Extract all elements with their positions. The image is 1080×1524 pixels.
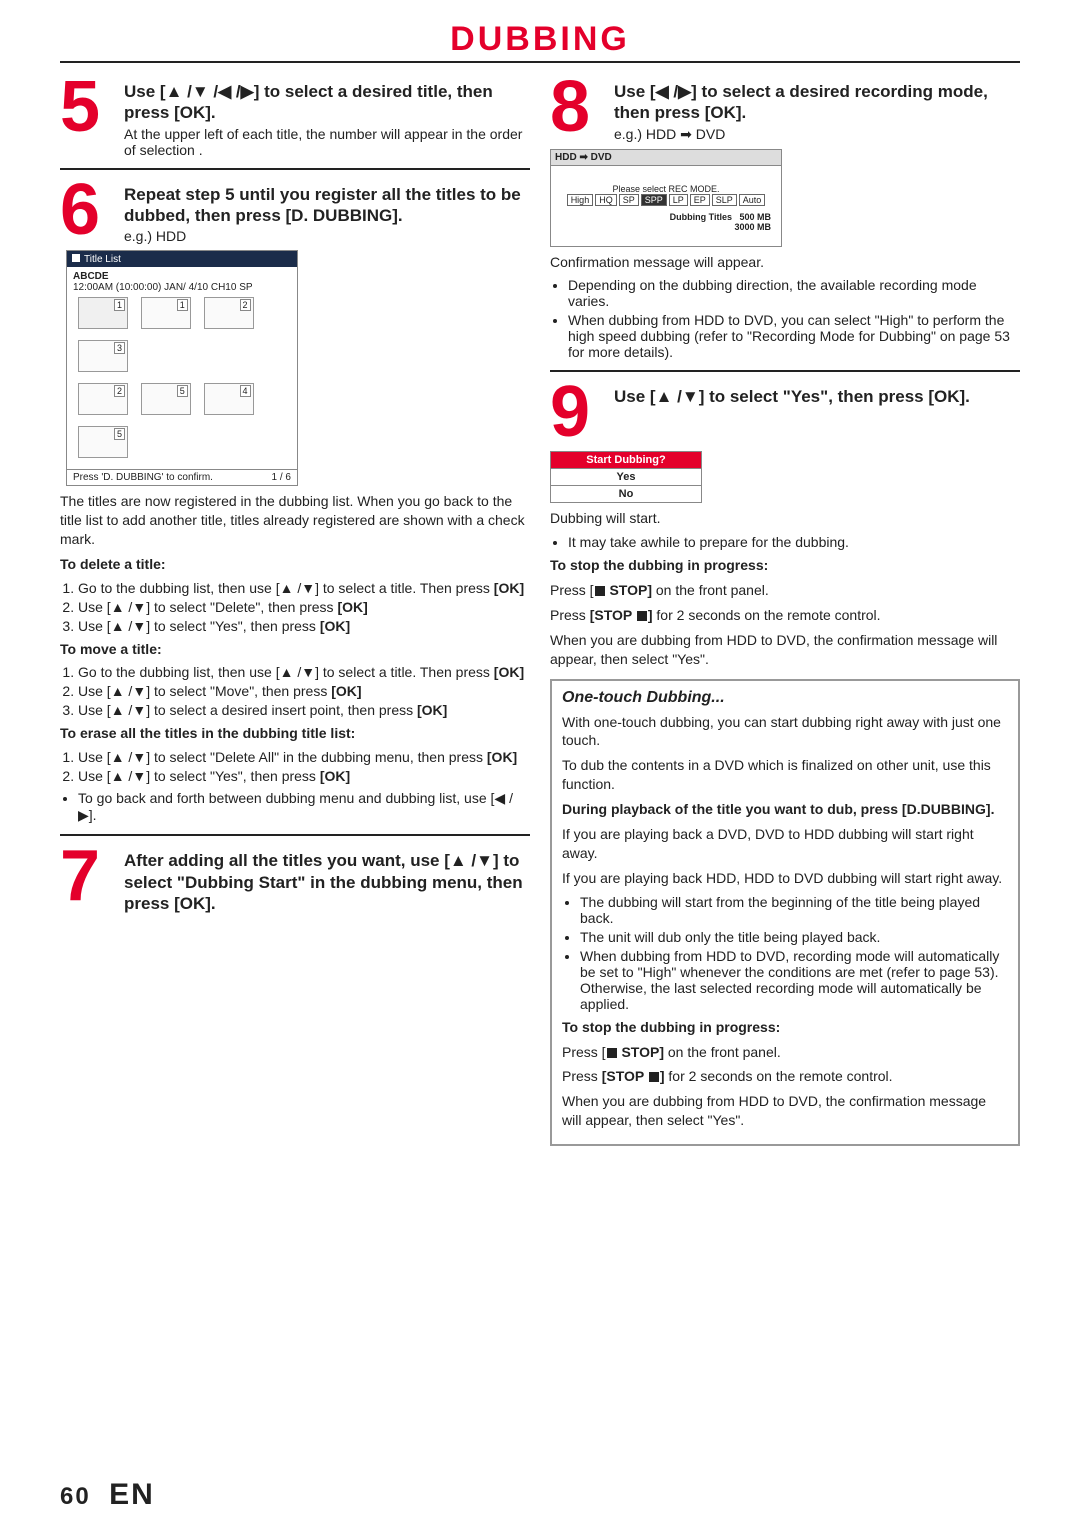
one-p4: If you are playing back HDD, HDD to DVD … [562, 869, 1008, 888]
move-heading: To move a title: [60, 640, 530, 659]
move-steps: Go to the dubbing list, then use [▲ /▼] … [60, 664, 530, 718]
stop-icon [595, 586, 605, 596]
step9-bullets: It may take awhile to prepare for the du… [550, 534, 1020, 550]
step6-after: The titles are now registered in the dub… [60, 492, 530, 549]
title-list-footer-right: 1 / 6 [272, 472, 291, 483]
one-stop3: When you are dubbing from HDD to DVD, th… [562, 1092, 1008, 1130]
step-number: 7 [60, 844, 116, 914]
one-touch-box: One-touch Dubbing... With one-touch dubb… [550, 679, 1020, 1147]
one-touch-title: One-touch Dubbing... [562, 689, 1008, 707]
one-stop-h: To stop the dubbing in progress: [562, 1018, 1008, 1037]
dialog-no[interactable]: No [551, 485, 701, 502]
start-dubbing-dialog: Start Dubbing? Yes No [550, 451, 702, 503]
mode-hq[interactable]: HQ [595, 194, 617, 206]
delete-steps: Go to the dubbing list, then use [▲ /▼] … [60, 580, 530, 634]
mode-sp[interactable]: SP [619, 194, 639, 206]
one-bullets: The dubbing will start from the beginnin… [562, 894, 1008, 1012]
step-5: 5 Use [▲ /▼ /◀ /▶] to select a desired t… [60, 75, 530, 158]
stop-line1: Press [ STOP] on the front panel. [550, 581, 1020, 600]
step8-bullets: Depending on the dubbing direction, the … [550, 277, 1020, 360]
step-number: 5 [60, 75, 116, 158]
step-9: 9 Use [▲ /▼] to select "Yes", then press… [550, 370, 1020, 668]
stop-icon [649, 1072, 659, 1082]
one-p2: To dub the contents in a DVD which is fi… [562, 756, 1008, 794]
step-6: 6 Repeat step 5 until you register all t… [60, 168, 530, 825]
title-cell[interactable]: 3 [78, 340, 128, 372]
title-list-header: Title List [67, 251, 297, 267]
one-p1: With one-touch dubbing, you can start du… [562, 713, 1008, 751]
header-rule [60, 61, 1020, 63]
one-stop1: Press [ STOP] on the front panel. [562, 1043, 1008, 1062]
step6-heading: Repeat step 5 until you register all the… [124, 184, 530, 227]
one-stop2: Press [STOP ] for 2 seconds on the remot… [562, 1067, 1008, 1086]
step6-eg: e.g.) HDD [124, 228, 530, 244]
title-cell[interactable]: 2 [78, 383, 128, 415]
step-number: 9 [550, 380, 606, 445]
rec-mode-header: HDD ➡ DVD [551, 150, 781, 166]
mode-ep[interactable]: EP [690, 194, 710, 206]
step5-sub: At the upper left of each title, the num… [124, 126, 530, 158]
mode-auto[interactable]: Auto [739, 194, 766, 206]
mode-high[interactable]: High [567, 194, 594, 206]
page-title: DUBBING [60, 20, 1020, 59]
step-7: 7 After adding all the titles you want, … [60, 834, 530, 914]
page-footer: 60 EN [60, 1478, 155, 1512]
erase-heading: To erase all the titles in the dubbing t… [60, 724, 530, 743]
title-meta2: 12:00AM (10:00:00) JAN/ 4/10 CH10 SP [73, 282, 291, 293]
dubbing-size: Dubbing Titles 500 MB3000 MB [551, 210, 781, 246]
step5-heading: Use [▲ /▼ /◀ /▶] to select a desired tit… [124, 81, 530, 124]
dialog-header: Start Dubbing? [551, 452, 701, 468]
rec-mode-prompt: Please select REC MODE. [557, 184, 775, 194]
dialog-yes[interactable]: Yes [551, 468, 701, 485]
mode-slp[interactable]: SLP [712, 194, 737, 206]
step8-after: Confirmation message will appear. [550, 253, 1020, 272]
title-cell[interactable]: 4 [204, 383, 254, 415]
title-meta1: ABCDE [73, 271, 291, 282]
right-column: 8 Use [◀ /▶] to select a desired recordi… [550, 75, 1020, 1146]
stop-icon [637, 611, 647, 621]
stop-icon [607, 1048, 617, 1058]
step7-heading: After adding all the titles you want, us… [124, 850, 530, 914]
left-column: 5 Use [▲ /▼ /◀ /▶] to select a desired t… [60, 75, 530, 1146]
step9-after: Dubbing will start. [550, 509, 1020, 528]
rec-mode-panel: HDD ➡ DVD Please select REC MODE. HighHQ… [550, 149, 782, 247]
mode-spp[interactable]: SPP [641, 194, 667, 206]
step-8: 8 Use [◀ /▶] to select a desired recordi… [550, 75, 1020, 360]
step8-heading: Use [◀ /▶] to select a desired recording… [614, 81, 1020, 124]
title-cell[interactable]: 1 [78, 297, 128, 329]
one-p3: If you are playing back a DVD, DVD to HD… [562, 825, 1008, 863]
rec-mode-options: HighHQSPSPPLPEPSLPAuto [557, 194, 775, 206]
stop-line3: When you are dubbing from HDD to DVD, th… [550, 631, 1020, 669]
stop-heading: To stop the dubbing in progress: [550, 556, 1020, 575]
title-list-panel: Title List ABCDE 12:00AM (10:00:00) JAN/… [66, 250, 298, 486]
step-number: 6 [60, 178, 116, 245]
title-cell[interactable]: 5 [141, 383, 191, 415]
step-number: 8 [550, 75, 606, 143]
title-list-footer-left: Press 'D. DUBBING' to confirm. [73, 472, 213, 483]
mode-lp[interactable]: LP [669, 194, 688, 206]
title-cell[interactable]: 2 [204, 297, 254, 329]
delete-heading: To delete a title: [60, 555, 530, 574]
back-forth-note: To go back and forth between dubbing men… [60, 790, 530, 824]
step9-heading: Use [▲ /▼] to select "Yes", then press [… [614, 386, 970, 407]
stop-line2: Press [STOP ] for 2 seconds on the remot… [550, 606, 1020, 625]
one-h1: During playback of the title you want to… [562, 800, 1008, 819]
title-cell[interactable]: 1 [141, 297, 191, 329]
erase-steps: Use [▲ /▼] to select "Delete All" in the… [60, 749, 530, 784]
title-cell[interactable]: 5 [78, 426, 128, 458]
step8-eg: e.g.) HDD ➡ DVD [614, 126, 1020, 143]
